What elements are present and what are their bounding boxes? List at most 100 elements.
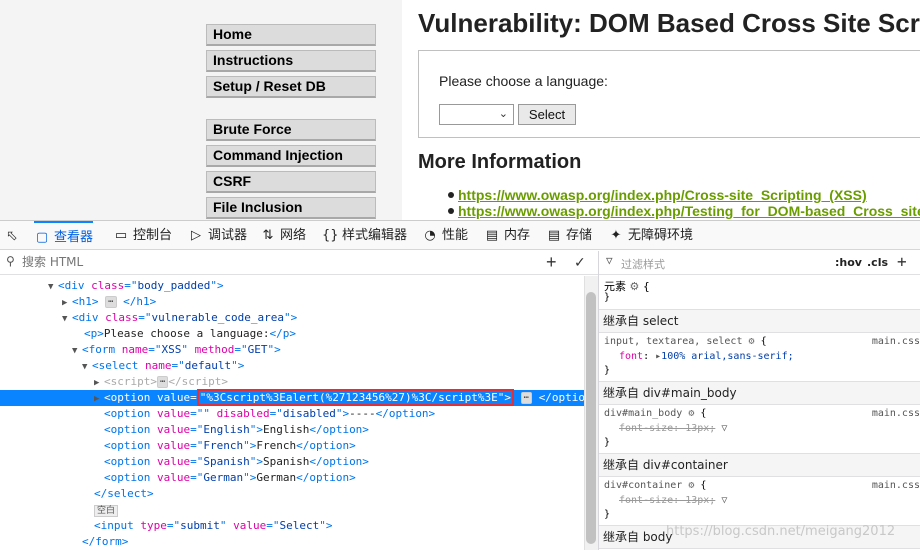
whitespace-badge: 空白 [94,505,119,517]
tree-node-option-disabled[interactable]: <option value="" disabled="disabled">---… [0,406,584,422]
tab-network[interactable]: ⇅ 网络 [260,221,306,251]
tree-node-script[interactable]: ▶ <script> ⋯ </script> [0,374,584,390]
tab-debugger[interactable]: ▷ 调试器 [188,221,247,251]
filter-styles-bar: ▽ 过滤样式 :hov .cls + [599,251,920,275]
menu-brute-force[interactable]: Brute Force [206,119,376,141]
gear-icon[interactable]: ⚙ [688,480,694,491]
tab-label: 性能 [442,228,469,243]
menu-file-inclusion[interactable]: File Inclusion [206,197,376,219]
tab-memory[interactable]: ▤ 内存 [484,221,530,251]
tree-node-whitespace[interactable]: 空白 [0,502,584,518]
attr-value: German [203,471,244,484]
html-search-input[interactable] [22,255,322,269]
expanded-twisty-icon: ▼ [72,346,78,356]
storage-icon: ▤ [547,228,561,243]
collapsed-twisty-icon: ▶ [62,298,68,308]
tree-node-h1[interactable]: ▶ <h1> ⋯ </h1> [0,294,584,310]
memory-icon: ▤ [485,228,499,243]
attr-value: GET [247,343,268,356]
css-value: 100% arial,sans-serif; [661,351,794,362]
more-information-heading: More Information [418,151,582,173]
eyedropper-icon[interactable]: ✓ [574,254,586,271]
tree-node-option[interactable]: <option value="German">German</option> [0,470,584,486]
rule-declaration[interactable]: font-size: 13px; ▽ [619,495,727,506]
attr-value: body_padded [137,279,211,292]
tree-node-p[interactable]: <p>Please choose a language:</p> [0,326,584,342]
menu-setup-reset-db[interactable]: Setup / Reset DB [206,76,376,98]
text-node: Spanish [262,455,310,468]
tab-console[interactable]: ▭ 控制台 [113,221,172,251]
menu-instructions[interactable]: Instructions [206,50,376,72]
ellipsis-icon[interactable]: ⋯ [520,392,533,404]
owasp-xss-link[interactable]: https://www.owasp.org/index.php/Cross-si… [458,187,867,203]
tree-node-form-close[interactable]: </form> [0,534,584,550]
tab-inspector[interactable]: ▢ 查看器 [34,221,94,251]
filter-icon[interactable]: ▽ [721,495,727,506]
owasp-dom-xss-link[interactable]: https://www.owasp.org/index.php/Testing_… [458,203,920,219]
collapsed-twisty-icon: ▶ [94,378,100,388]
html-tree[interactable]: ▼ <div class="body_padded"> ▶ <h1> ⋯ </h1>… [0,276,584,550]
tree-node-div-body-padded[interactable]: ▼ <div class="body_padded"> [0,278,584,294]
tree-scrollbar-thumb[interactable] [586,292,596,544]
tab-label: 控制台 [133,228,173,243]
inherited-container-header: 继承自 div#container [599,453,920,477]
vulnerable-code-area: Please choose a language: ⌄ Select [418,50,920,138]
tab-storage[interactable]: ▤ 存储 [546,221,592,251]
rule-source-link[interactable]: main.css [872,480,920,491]
tree-node-form[interactable]: ▼ <form name="XSS" method="GET"> [0,342,584,358]
attr-value: English [203,423,250,436]
tree-node-option-selected[interactable]: ▶ <option value= "%3Cscript%3Ealert(%27123… [0,389,584,406]
gear-icon[interactable]: ⚙ [688,408,694,419]
attr-value: vulnerable_code_area [151,311,284,324]
tab-label: 查看器 [54,230,94,245]
filter-icon: ▽ [606,254,613,267]
add-rule-icon[interactable]: + [897,252,907,271]
overridden-declaration: font-size: 13px; [619,423,716,434]
menu-home[interactable]: Home [206,24,376,46]
attr-value: XSS [161,343,182,356]
filter-icon[interactable]: ▽ [721,423,727,434]
menu-command-injection[interactable]: Command Injection [206,145,376,167]
cls-toggle-button[interactable]: .cls [867,256,888,269]
rule-source-link[interactable]: main.css [872,408,920,419]
expanded-twisty-icon: ▼ [48,282,54,292]
ellipsis-icon[interactable]: ⋯ [105,296,117,308]
tree-node-option[interactable]: <option value="French">French</option> [0,438,584,454]
tree-node-select[interactable]: ▼ <select name="default"> [0,358,584,374]
rule-source-link[interactable]: main.css [872,336,920,347]
left-margin [0,0,192,220]
text-node: German [256,471,297,484]
tab-label: 内存 [504,228,531,243]
rule-declaration[interactable]: font-size: 13px; ▽ [619,423,727,434]
tree-node-input-submit[interactable]: <input type="submit" value="Select"> [0,518,584,534]
tree-node-option[interactable]: <option value="English">English</option> [0,422,584,438]
filter-styles-input[interactable]: 过滤样式 [621,256,665,272]
hov-toggle-button[interactable]: :hov [835,256,862,269]
tree-node-div-vulnerable-code-area[interactable]: ▼ <div class="vulnerable_code_area"> [0,310,584,326]
rule-selector: div#main_body [604,408,683,419]
tree-node-option[interactable]: <option value="Spanish">Spanish</option> [0,454,584,470]
gear-icon[interactable]: ⚙ [749,336,755,347]
gear-icon[interactable]: ⚙ [630,280,640,293]
rule-selector: input, textarea, select [604,336,743,347]
expanded-twisty-icon: ▼ [82,362,88,372]
language-prompt: Please choose a language: [439,73,608,89]
add-node-icon[interactable]: + [546,252,557,273]
tab-performance[interactable]: ◔ 性能 [422,221,468,251]
tab-accessibility[interactable]: ✦ 无障碍环境 [608,221,693,251]
tab-label: 存储 [566,228,593,243]
tree-node-select-close[interactable]: </select> [0,486,584,502]
element-picker-icon[interactable]: ⬁ [6,227,24,245]
accessibility-icon: ✦ [610,228,622,243]
menu-csrf[interactable]: CSRF [206,171,376,193]
language-select[interactable]: ⌄ [439,104,514,125]
select-button[interactable]: Select [518,104,576,125]
rule-declaration[interactable]: font: ▸100% arial,sans-serif; [619,351,794,362]
ellipsis-icon[interactable]: ⋯ [156,376,169,388]
debugger-icon: ▷ [191,228,201,243]
console-icon: ▭ [114,228,128,243]
rules-panel: ▽ 过滤样式 :hov .cls + 元素 ⚙ { } 继承自 select i… [598,251,920,550]
tab-style-editor[interactable]: {} 样式编辑器 [322,221,407,251]
rule-brace: } [604,437,611,448]
rule-selector: div#container [604,480,683,491]
